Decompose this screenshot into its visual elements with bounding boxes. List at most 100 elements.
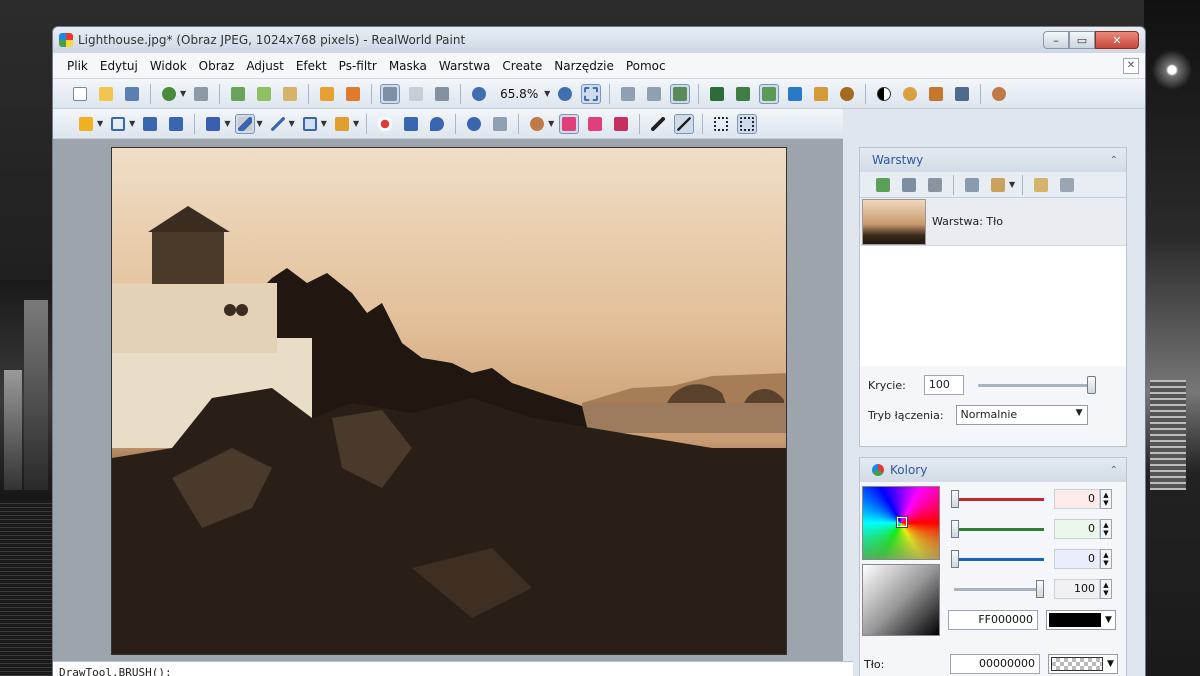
menu-edytuj[interactable]: Edytuj — [94, 53, 144, 79]
red-channel-slider[interactable] — [951, 489, 1044, 508]
menu-maska[interactable]: Maska — [383, 53, 433, 79]
open-folder-icon[interactable] — [96, 84, 116, 104]
menu-narzedzie[interactable]: Narzędzie — [548, 53, 620, 79]
dotted-frame-icon[interactable] — [737, 113, 758, 134]
blue-value[interactable]: 0 — [1054, 549, 1100, 569]
foreground-hex-input[interactable]: FF000000 — [948, 610, 1038, 630]
undo-icon[interactable] — [159, 84, 179, 104]
select-mode-replace-icon[interactable] — [559, 113, 580, 134]
alpha-spin-buttons[interactable]: ▲ ▼ — [1100, 579, 1112, 599]
document-close-icon[interactable]: ✕ — [1123, 57, 1139, 74]
opacity-slider[interactable] — [977, 375, 1096, 394]
free-transform-icon[interactable] — [166, 114, 186, 134]
pin-icon[interactable] — [464, 114, 484, 134]
flatten-icon[interactable] — [1057, 175, 1077, 195]
green-slider-thumb[interactable] — [951, 519, 959, 538]
crop-icon[interactable] — [343, 84, 363, 104]
layers-panel-header[interactable]: Warstwy ⌃ — [860, 148, 1126, 172]
merge-layers-icon[interactable] — [1031, 175, 1051, 195]
brush-tool-icon[interactable] — [235, 113, 256, 134]
selection-icon[interactable] — [108, 114, 128, 134]
red-spin-buttons[interactable]: ▲ ▼ — [1100, 489, 1112, 509]
color-preview-gradient[interactable] — [862, 564, 940, 636]
web-image-icon[interactable] — [785, 84, 805, 104]
user-icon[interactable] — [989, 84, 1009, 104]
flip-icon[interactable] — [432, 84, 452, 104]
chevron-down-icon[interactable]: ▼ — [97, 119, 103, 128]
save-icon[interactable] — [122, 84, 142, 104]
menu-plik[interactable]: Plik — [61, 53, 94, 79]
minimize-button[interactable]: – — [1043, 31, 1069, 49]
redo-icon[interactable] — [191, 84, 211, 104]
chevron-down-icon[interactable]: ▼ — [289, 119, 295, 128]
chevron-down-icon[interactable]: ▼ — [129, 119, 135, 128]
red-value[interactable]: 0 — [1054, 489, 1100, 509]
zoom-in-icon[interactable] — [555, 84, 575, 104]
new-layer-icon[interactable] — [873, 175, 893, 195]
view-mode-icon[interactable] — [670, 83, 691, 104]
eyedropper-icon[interactable] — [490, 114, 510, 134]
rectangle-tool-icon[interactable] — [300, 114, 320, 134]
rotate-right-icon[interactable] — [644, 84, 664, 104]
colors-panel-header[interactable]: Kolory ⌃ — [860, 458, 1126, 482]
fit-to-window-icon[interactable] — [581, 83, 602, 104]
chevron-down-icon[interactable]: ▼ — [321, 119, 327, 128]
blue-slider-thumb[interactable] — [951, 549, 959, 568]
zoom-out-icon[interactable] — [469, 84, 489, 104]
layer-image-icon[interactable] — [811, 84, 831, 104]
alpha-value[interactable]: 100 — [1054, 579, 1100, 599]
menu-pomoc[interactable]: Pomoc — [620, 53, 672, 79]
brush-effect-icon[interactable] — [952, 84, 972, 104]
lasso-icon[interactable] — [140, 114, 160, 134]
hand-icon[interactable] — [406, 84, 426, 104]
chevron-down-icon[interactable]: ▼ — [548, 119, 554, 128]
chevron-down-icon[interactable]: ▼ — [353, 119, 359, 128]
paste-icon[interactable] — [280, 84, 300, 104]
blend-mode-select[interactable]: Normalnie ▼ — [955, 405, 1088, 425]
chevron-down-icon[interactable]: ▼ — [1009, 180, 1015, 189]
opacity-input[interactable]: 100 — [923, 375, 964, 395]
zoom-level[interactable]: 65.8% — [492, 87, 546, 101]
text-tool-icon[interactable] — [203, 114, 223, 134]
command-line[interactable]: DrawTool.BRUSH(); — [53, 661, 853, 676]
menu-efekt[interactable]: Efekt — [290, 53, 333, 79]
magic-wand-icon[interactable] — [76, 114, 96, 134]
image-icon[interactable] — [733, 84, 753, 104]
new-file-icon[interactable] — [70, 84, 90, 104]
chevron-down-icon[interactable]: ▼ — [224, 119, 230, 128]
alpha-slider-thumb[interactable] — [1036, 579, 1044, 598]
pen-thin-icon[interactable] — [674, 113, 695, 134]
chevron-down-icon[interactable]: ▼ — [544, 89, 550, 98]
delete-layer-icon[interactable] — [925, 175, 945, 195]
dotted-selection-icon[interactable] — [711, 114, 731, 134]
antialias-icon[interactable] — [648, 114, 668, 134]
chevron-down-icon[interactable]: ▼ — [180, 89, 186, 98]
line-tool-icon[interactable] — [268, 114, 288, 134]
cut-icon[interactable] — [228, 84, 248, 104]
green-value[interactable]: 0 — [1054, 519, 1100, 539]
contrast-icon[interactable] — [874, 84, 894, 104]
duplicate-layer-icon[interactable] — [899, 175, 919, 195]
resize-image-icon[interactable] — [317, 84, 337, 104]
effect-image-icon[interactable] — [837, 84, 857, 104]
canvas-area[interactable] — [53, 139, 843, 661]
close-button[interactable]: ✕ — [1095, 31, 1139, 49]
image-icon[interactable] — [707, 84, 727, 104]
person-icon[interactable] — [527, 114, 547, 134]
menu-ps-filtr[interactable]: Ps-filtr — [333, 53, 383, 79]
rotate-left-icon[interactable] — [618, 84, 638, 104]
fill-tool-icon[interactable] — [332, 114, 352, 134]
background-hex-input[interactable]: 00000000 — [950, 654, 1040, 674]
red-slider-thumb[interactable] — [951, 489, 959, 508]
color-picker-cursor[interactable] — [896, 516, 908, 528]
collapse-icon[interactable]: ⌃ — [1110, 465, 1118, 476]
maximize-button[interactable]: ▭ — [1069, 31, 1095, 49]
background-color-dropdown[interactable]: ▼ — [1048, 654, 1118, 674]
collapse-icon[interactable]: ⌃ — [1110, 155, 1118, 166]
clone-stamp-icon[interactable] — [401, 114, 421, 134]
alpha-channel-slider[interactable] — [954, 579, 1044, 598]
curves-icon[interactable] — [926, 84, 946, 104]
menu-adjust[interactable]: Adjust — [240, 53, 290, 79]
select-mode-add-icon[interactable] — [585, 114, 605, 134]
red-eye-icon[interactable] — [375, 114, 395, 134]
